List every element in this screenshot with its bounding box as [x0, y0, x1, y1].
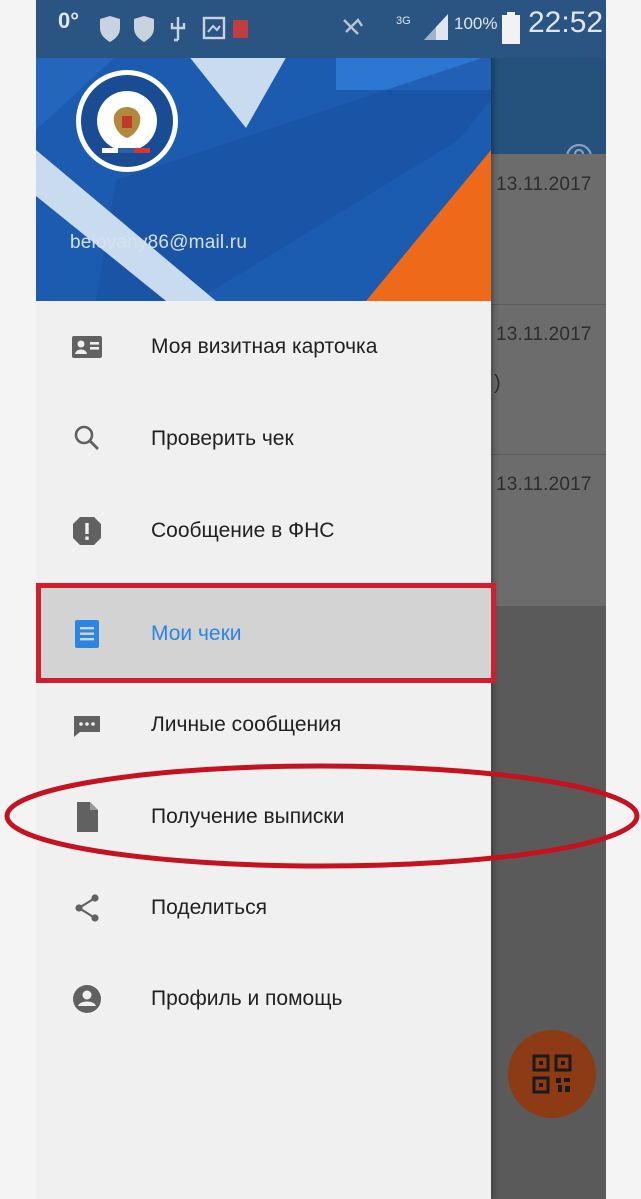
menu-item-label: Моя визитная карточка — [151, 335, 378, 358]
menu-item-label: Мои чеки — [151, 622, 242, 645]
phone-screen: 13.11.2017 13.11.2017 13.11.2017 ) 0° 3G… — [36, 0, 606, 1199]
menu-item-profile-help[interactable]: Профиль и помощь — [36, 953, 491, 1045]
scan-qr-button[interactable] — [508, 1030, 596, 1118]
signal-icons: 3G — [343, 14, 448, 40]
file-icon — [77, 802, 98, 832]
menu-item-check-receipt[interactable]: Проверить чек — [36, 393, 491, 485]
menu-item-get-statement[interactable]: Получение выписки — [36, 771, 491, 863]
share-icon — [75, 894, 99, 922]
menu-item-share[interactable]: Поделиться — [36, 862, 491, 954]
temperature-indicator: 0° — [58, 8, 80, 33]
menu-item-my-receipts[interactable]: Мои чеки — [36, 588, 491, 680]
network-type: 3G — [396, 15, 411, 27]
receipt-date: 13.11.2017 — [496, 474, 592, 495]
receipt-date: 13.11.2017 — [496, 174, 592, 195]
account-icon — [73, 985, 101, 1013]
status-bar: 0° 3G 100% 22:52 — [36, 0, 606, 58]
navigation-drawer: belovany86@mail.ru Моя визитная карточка — [36, 0, 491, 1199]
menu-item-label: Личные сообщения — [151, 713, 342, 736]
clock: 22:52 — [528, 6, 604, 39]
menu-item-label: Профиль и помощь — [151, 987, 343, 1010]
notification-icons — [100, 16, 248, 42]
menu-item-business-card[interactable]: Моя визитная карточка — [36, 301, 491, 393]
menu-item-label: Проверить чек — [151, 427, 294, 450]
battery-percent: 100% — [454, 14, 498, 33]
menu-item-label: Сообщение в ФНС — [151, 519, 335, 542]
alert-icon — [73, 517, 101, 545]
menu-item-label: Получение выписки — [151, 805, 345, 828]
menu-item-label: Поделиться — [151, 896, 267, 919]
menu-item-message-fns[interactable]: Сообщение в ФНС — [36, 485, 491, 577]
menu-item-personal-messages[interactable]: Личные сообщения — [36, 679, 491, 771]
battery-icon — [502, 12, 520, 44]
chat-icon — [74, 716, 100, 737]
receipt-date: 13.11.2017 — [496, 324, 592, 345]
document-icon — [75, 620, 99, 648]
fns-emblem-logo — [76, 70, 178, 172]
partial-text: ) — [494, 372, 501, 394]
qr-code-icon — [532, 1054, 572, 1094]
contact-card-icon — [72, 336, 102, 358]
user-email: belovany86@mail.ru — [70, 232, 248, 253]
search-icon — [74, 425, 99, 450]
